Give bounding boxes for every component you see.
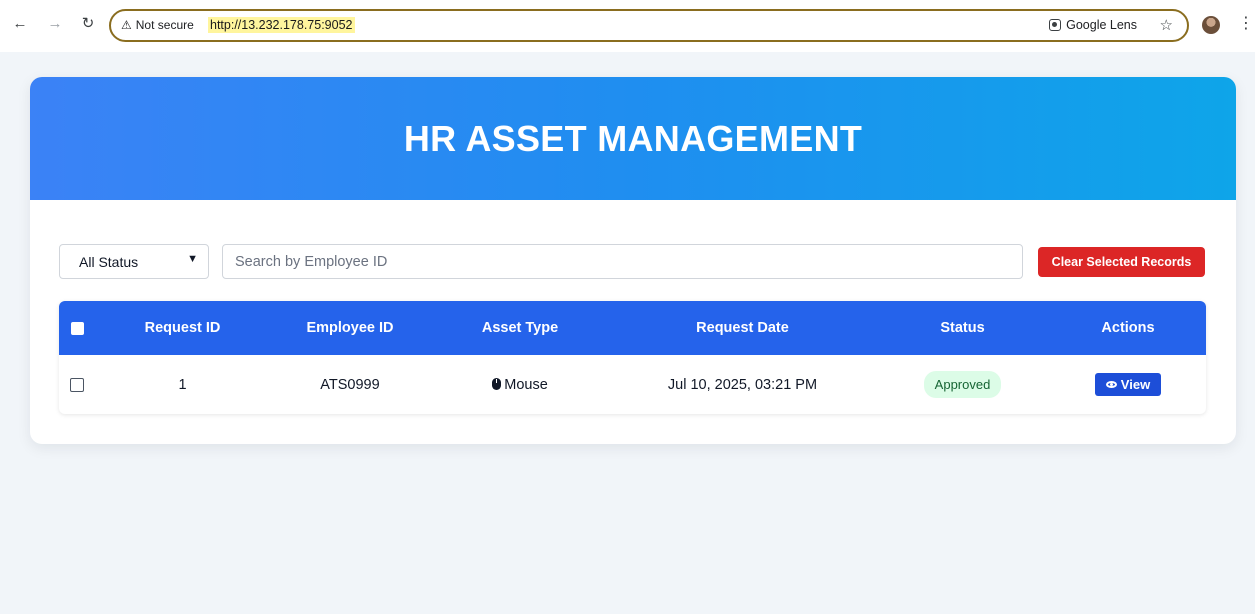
address-bar[interactable]: ⚠ Not secure http://13.232.178.75:9052 G… (109, 9, 1189, 42)
column-header-employee-id: Employee ID (306, 320, 394, 336)
view-button-label: View (1120, 377, 1151, 392)
request-date-cell: Jul 10, 2025, 03:21 PM (667, 376, 818, 393)
filter-bar: All Status ▼ Clear Selected Records (59, 244, 1205, 280)
asset-management-card: HR ASSET MANAGEMENT All Status ▼ Clear S… (30, 77, 1236, 444)
requests-table: Request ID Employee ID Asset Type Reques… (59, 301, 1206, 414)
warning-triangle-icon: ⚠ (121, 18, 132, 32)
status-filter-value: All Status (79, 254, 139, 270)
column-header-status: Status (940, 320, 985, 336)
status-cell: Approved (875, 355, 1050, 414)
view-button[interactable]: View (1094, 373, 1162, 396)
security-label: Not secure (135, 18, 194, 32)
table-header-row: Request ID Employee ID Asset Type Reques… (59, 301, 1206, 355)
page-header-banner: HR ASSET MANAGEMENT (30, 77, 1236, 200)
bookmark-star-icon[interactable]: ☆ (1160, 16, 1173, 34)
profile-avatar[interactable] (1202, 16, 1220, 34)
reload-icon[interactable]: ↻ (78, 14, 98, 34)
row-checkbox[interactable] (70, 377, 84, 392)
employee-search-input[interactable] (222, 244, 1023, 279)
clear-selected-records-button[interactable]: Clear Selected Records (1038, 247, 1205, 277)
select-all-cell (59, 301, 95, 355)
asset-type-label: Mouse (504, 376, 548, 393)
page-title: HR ASSET MANAGEMENT (403, 117, 863, 159)
security-indicator[interactable]: ⚠ Not secure (121, 18, 194, 32)
url-text[interactable]: http://13.232.178.75:9052 (208, 17, 355, 33)
request-id-cell: 1 (178, 376, 187, 393)
status-filter-select[interactable]: All Status ▼ (59, 244, 209, 279)
google-lens-label: Google Lens (1066, 18, 1137, 32)
forward-arrow-icon[interactable]: → (45, 14, 65, 34)
select-all-checkbox[interactable] (70, 321, 84, 335)
mouse-icon (492, 377, 502, 390)
employee-id-cell: ATS0999 (320, 376, 380, 393)
table-row: 1 ATS0999 Mouse Jul 10, 2025, 03:21 PM A… (59, 355, 1206, 414)
chevron-down-icon: ▼ (187, 253, 198, 265)
browser-toolbar: ← → ↻ ⚠ Not secure http://13.232.178.75:… (0, 0, 1255, 52)
row-select-cell (59, 355, 95, 414)
column-header-asset-type: Asset Type (481, 320, 559, 336)
column-header-request-id: Request ID (144, 320, 221, 336)
asset-type-cell: Mouse (430, 355, 610, 414)
status-badge: Approved (923, 371, 1002, 398)
lens-icon (1049, 19, 1062, 31)
google-lens-button[interactable]: Google Lens (1049, 18, 1137, 32)
column-header-request-date: Request Date (696, 320, 789, 336)
browser-menu-icon[interactable]: ⋮ (1238, 14, 1254, 34)
column-header-actions: Actions (1101, 320, 1155, 336)
back-arrow-icon[interactable]: ← (10, 14, 30, 34)
eye-icon (1105, 381, 1117, 388)
actions-cell: View (1050, 355, 1206, 414)
